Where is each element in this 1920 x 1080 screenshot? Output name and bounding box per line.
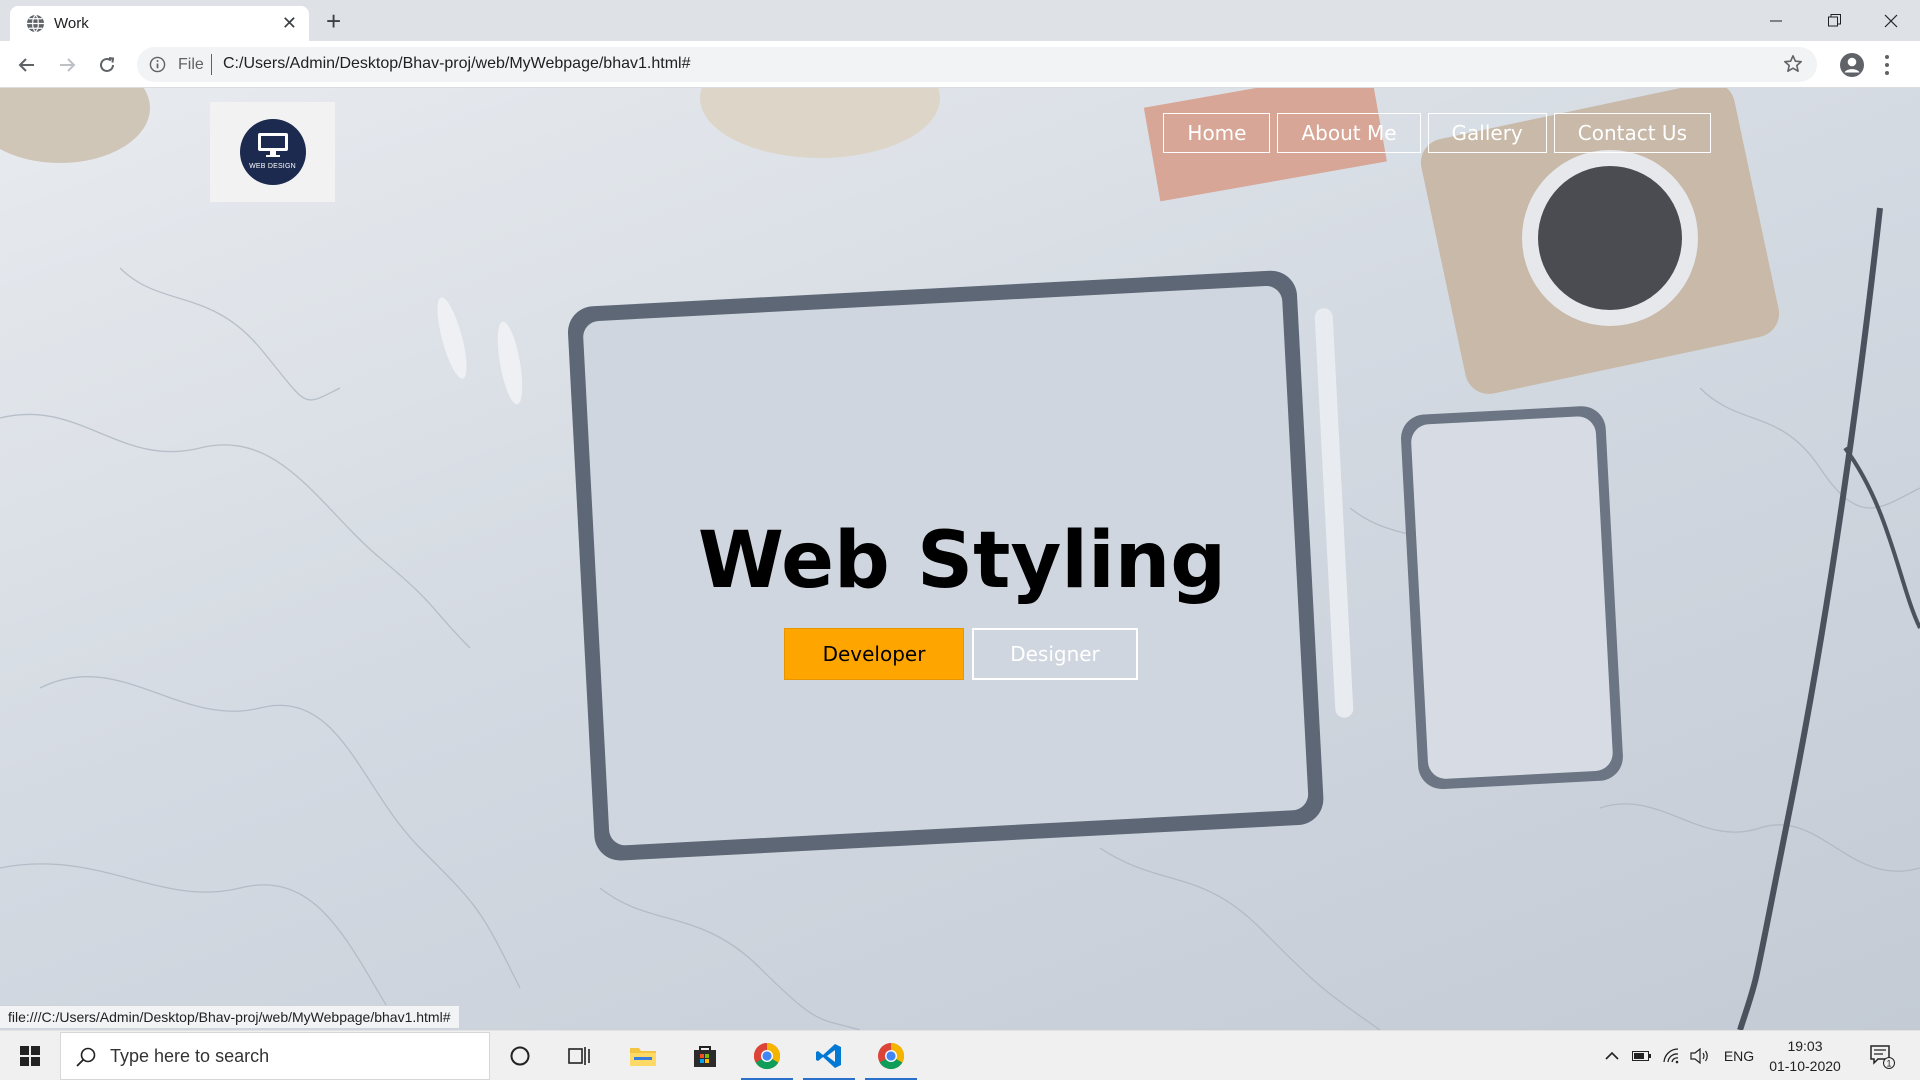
- cortana-circle-icon: [510, 1046, 530, 1066]
- webpage-hero: WEB DESIGN Home About Me Gallery Contact…: [0, 88, 1920, 1030]
- vscode-icon: [816, 1044, 841, 1068]
- speaker-icon: [1690, 1048, 1708, 1064]
- task-view-icon: [568, 1047, 590, 1065]
- browser-tab-strip: Work ✕ +: [0, 0, 1920, 41]
- chrome-icon: [753, 1042, 781, 1070]
- chrome-icon: [878, 1042, 905, 1070]
- show-hidden-icons-button[interactable]: [1600, 1031, 1624, 1080]
- chrome-taskbar-button-2[interactable]: [861, 1031, 921, 1080]
- monitor-icon: [257, 133, 288, 157]
- minimize-icon: [1770, 20, 1782, 21]
- nav-gallery[interactable]: Gallery: [1427, 113, 1547, 153]
- reload-icon: [100, 57, 115, 72]
- address-bar[interactable]: File C:/Users/Admin/Desktop/Bhav-proj/we…: [137, 47, 1817, 82]
- browser-toolbar: File C:/Users/Admin/Desktop/Bhav-proj/we…: [0, 41, 1920, 88]
- search-icon: [76, 1047, 96, 1067]
- battery-button[interactable]: [1629, 1031, 1655, 1080]
- info-icon[interactable]: [149, 56, 166, 73]
- globe-icon: [26, 14, 45, 33]
- windows-taskbar: Type here to search ENG 19:03 01-10-2020…: [0, 1030, 1920, 1080]
- reload-button[interactable]: [91, 49, 123, 81]
- link-status-bubble: file:///C:/Users/Admin/Desktop/Bhav-proj…: [0, 1005, 460, 1029]
- back-button[interactable]: [11, 49, 43, 81]
- menu-more-icon[interactable]: [1883, 53, 1891, 77]
- store-button[interactable]: [675, 1031, 735, 1080]
- new-tab-button[interactable]: +: [326, 6, 341, 36]
- file-scheme-label: File: [178, 56, 204, 73]
- forward-button[interactable]: [51, 49, 83, 81]
- folder-icon: [630, 1048, 656, 1066]
- taskbar-clock[interactable]: 19:03 01-10-2020: [1765, 1036, 1845, 1076]
- taskbar-search-box[interactable]: Type here to search: [60, 1032, 490, 1080]
- store-bag-icon: [694, 1046, 716, 1067]
- logo-text: WEB DESIGN: [249, 163, 296, 170]
- nav-home[interactable]: Home: [1163, 113, 1271, 153]
- vscode-taskbar-button[interactable]: [799, 1031, 859, 1080]
- tab-title: Work: [54, 15, 89, 32]
- restore-icon: [1827, 14, 1841, 27]
- close-icon: [1884, 14, 1898, 27]
- chrome-taskbar-button-1[interactable]: [737, 1031, 797, 1080]
- wifi-button[interactable]: [1658, 1031, 1684, 1080]
- start-button[interactable]: [0, 1031, 60, 1080]
- developer-button[interactable]: Developer: [784, 628, 964, 680]
- browser-tab[interactable]: Work ✕: [10, 6, 309, 41]
- notification-icon: 1: [1870, 1045, 1895, 1069]
- bookmark-star-icon[interactable]: [1783, 54, 1803, 74]
- restore-button[interactable]: [1805, 0, 1863, 41]
- address-separator: [211, 54, 212, 75]
- nav-contact-us[interactable]: Contact Us: [1553, 113, 1711, 153]
- nav-about-me[interactable]: About Me: [1277, 113, 1421, 153]
- designer-button[interactable]: Designer: [972, 628, 1138, 680]
- wifi-icon: [1663, 1048, 1679, 1064]
- chevron-up-icon: [1605, 1051, 1619, 1060]
- hero-title: Web Styling: [0, 516, 1920, 606]
- main-nav: Home About Me Gallery Contact Us: [1163, 113, 1711, 153]
- windows-logo-icon: [20, 1046, 40, 1066]
- action-center-button[interactable]: 1: [1862, 1031, 1902, 1080]
- cortana-button[interactable]: [490, 1031, 550, 1080]
- search-placeholder: Type here to search: [110, 1046, 270, 1066]
- hero-buttons: Developer Designer: [784, 628, 1138, 680]
- battery-icon: [1632, 1051, 1651, 1061]
- file-explorer-button[interactable]: [613, 1031, 673, 1080]
- close-window-button[interactable]: [1862, 0, 1920, 41]
- site-logo[interactable]: WEB DESIGN: [210, 102, 335, 202]
- clock-time: 19:03: [1787, 1038, 1823, 1054]
- volume-button[interactable]: [1687, 1031, 1713, 1080]
- close-tab-icon[interactable]: ✕: [282, 12, 297, 34]
- profile-avatar-icon[interactable]: [1839, 52, 1865, 78]
- url-text[interactable]: C:/Users/Admin/Desktop/Bhav-proj/web/MyW…: [223, 55, 690, 73]
- clock-date: 01-10-2020: [1769, 1058, 1841, 1074]
- minimize-button[interactable]: [1747, 0, 1805, 41]
- input-language[interactable]: ENG: [1719, 1031, 1759, 1080]
- arrow-right-icon: [60, 58, 76, 72]
- hero-title-text: Web Styling: [697, 516, 1227, 606]
- logo-badge: WEB DESIGN: [239, 119, 306, 185]
- arrow-left-icon: [18, 58, 34, 72]
- task-view-button[interactable]: [550, 1031, 610, 1080]
- notification-count: 1: [1886, 1059, 1891, 1069]
